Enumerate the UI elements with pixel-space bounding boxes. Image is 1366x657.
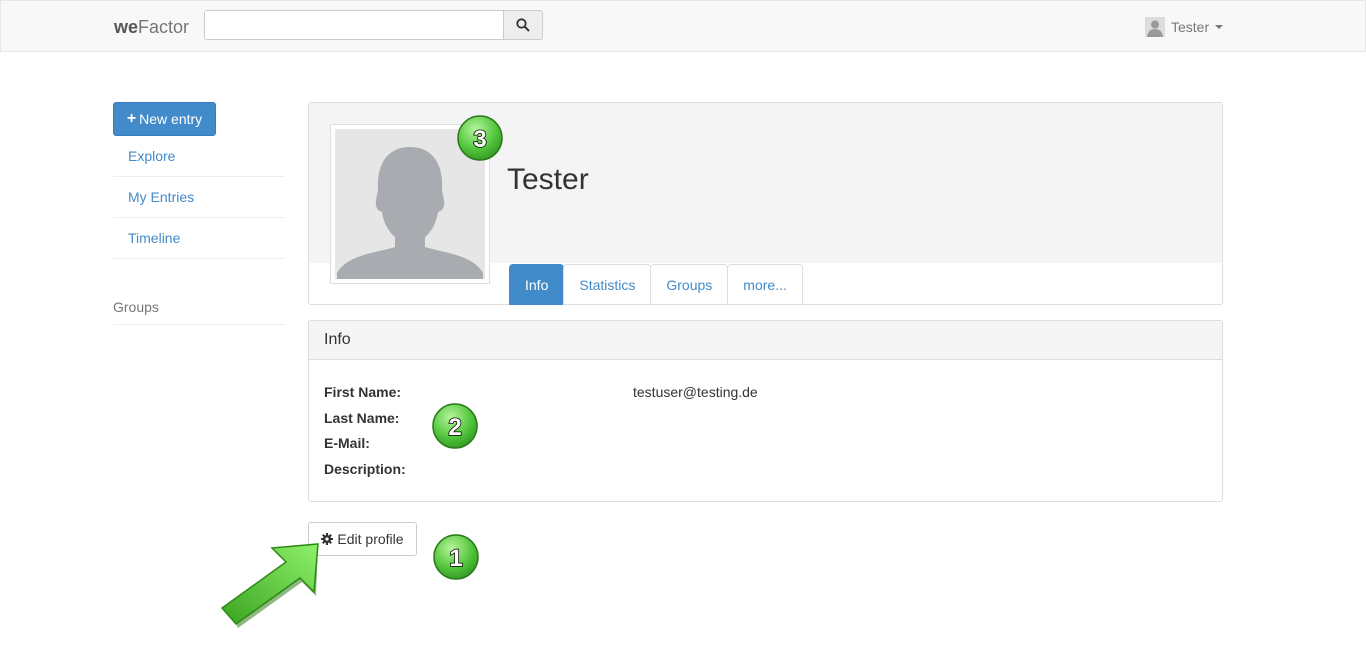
email-label: E-Mail: [324,435,370,451]
user-name: Tester [1171,19,1210,35]
sidebar-item-timeline[interactable]: Timeline [113,218,285,259]
step-1-badge-icon: 1 [433,534,479,580]
search-icon [516,18,530,32]
first-name-label: First Name: [324,384,402,400]
description-label: Description: [324,461,406,477]
tab-statistics[interactable]: Statistics [563,264,652,305]
step-3-number: 3 [473,126,486,153]
top-navbar: weFactor Tester [0,0,1366,52]
sidebar-item-my-entries[interactable]: My Entries [113,177,285,218]
profile-card: Tester Info Statistics Groups more... [308,102,1223,305]
tab-groups[interactable]: Groups [650,264,729,305]
brand-logo[interactable]: weFactor [114,17,189,38]
plus-icon: + [126,110,137,127]
user-menu-dropdown[interactable]: Tester [1145,16,1224,38]
step-2-number: 2 [448,414,461,441]
step-1-number: 1 [449,545,462,572]
search-input[interactable] [204,10,504,40]
email-value: testuser@testing.de [633,384,758,400]
user-avatar-icon [1145,17,1165,37]
profile-tabs: Info Statistics Groups more... [509,264,803,305]
profile-name: Tester [507,163,589,196]
sidebar-item-explore[interactable]: Explore [113,136,285,177]
last-name-label: Last Name: [324,410,400,426]
pointer-arrow-icon [220,543,319,628]
search-button[interactable] [503,10,543,40]
caret-down-icon [1215,25,1224,29]
step-3-badge-icon: 3 [457,115,503,161]
info-panel-heading: Info [309,321,1222,360]
sidebar-nav: Explore My Entries Timeline [113,136,285,259]
sidebar-groups-heading: Groups [113,288,285,325]
step-2-badge-icon: 2 [432,403,478,449]
tab-info[interactable]: Info [509,264,565,305]
new-entry-button[interactable]: + New entry [113,102,216,136]
tab-more[interactable]: more... [727,264,803,305]
